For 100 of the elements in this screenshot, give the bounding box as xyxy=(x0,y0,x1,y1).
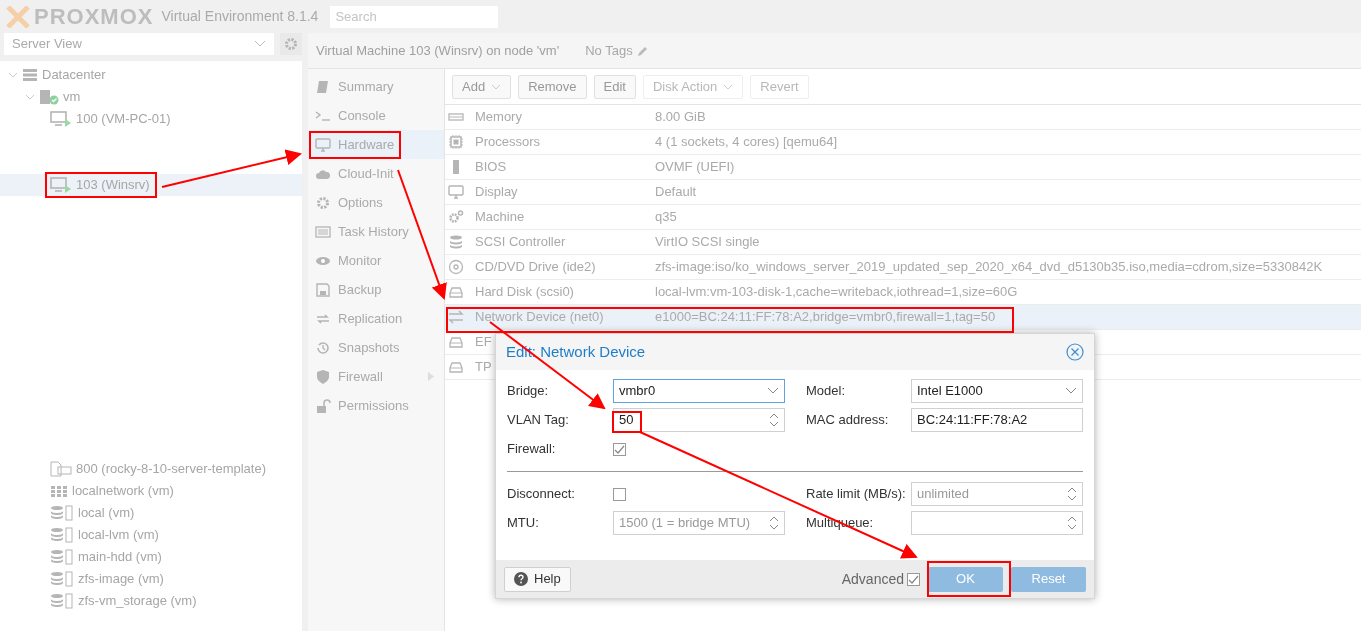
hardware-value: VirtIO SCSI single xyxy=(655,233,760,252)
spinner-icon[interactable] xyxy=(1067,515,1077,531)
nav-item[interactable]: Backup xyxy=(308,275,444,304)
storage-icon xyxy=(50,593,74,609)
hardware-row[interactable]: BIOS OVMF (UEFI) xyxy=(445,155,1361,180)
hardware-row[interactable]: Processors 4 (1 sockets, 4 cores) [qemu64] xyxy=(445,130,1361,155)
input-field[interactable]: unlimited xyxy=(911,482,1083,506)
tree-item[interactable]: local (vm) xyxy=(0,502,302,524)
hardware-row[interactable]: Display Default xyxy=(445,180,1361,205)
network-icon xyxy=(50,483,68,499)
nav-item[interactable]: Monitor xyxy=(308,246,444,275)
view-select[interactable]: Server View xyxy=(4,33,274,55)
field-label: Firewall: xyxy=(507,440,557,459)
toolbar-button[interactable]: Add xyxy=(452,74,512,99)
hdd-icon xyxy=(448,334,464,350)
nav-item[interactable]: Firewall xyxy=(308,362,444,391)
history-icon xyxy=(315,339,331,356)
list-icon xyxy=(315,223,331,240)
storage-icon xyxy=(50,527,74,543)
node-icon xyxy=(39,89,59,105)
help-icon xyxy=(514,572,528,586)
nav-item[interactable]: Snapshots xyxy=(308,333,444,362)
hardware-name: TP xyxy=(475,358,492,377)
storage-icon xyxy=(50,571,74,587)
chevron-icon[interactable] xyxy=(1065,387,1077,395)
nav-item[interactable]: Cloud-Init xyxy=(308,159,444,188)
cpu-icon xyxy=(448,134,464,150)
nav-item[interactable]: Summary xyxy=(308,72,444,101)
checkbox[interactable] xyxy=(613,442,626,456)
tree-item[interactable]: 800 (rocky-8-10-server-template) xyxy=(0,458,302,480)
hardware-name: Network Device (net0) xyxy=(475,308,604,327)
close-icon[interactable] xyxy=(1066,343,1084,361)
field-label: MAC address: xyxy=(806,411,890,430)
hardware-row[interactable]: SCSI Controller VirtIO SCSI single xyxy=(445,230,1361,255)
hardware-name: Machine xyxy=(475,208,525,227)
input-field[interactable] xyxy=(911,511,1083,535)
tree-item[interactable]: localnetwork (vm) xyxy=(0,480,302,502)
hardware-value: zfs-image:iso/ko_windows_server_2019_updated_sep_2020_x64_dvd_d5130b35.iso,media=cdrom,size=5330842K xyxy=(655,258,1323,277)
storage-icon xyxy=(50,549,74,565)
gear-icon xyxy=(283,36,299,52)
tree-item[interactable]: vm xyxy=(0,86,302,108)
tree-item[interactable]: main-hdd (vm) xyxy=(0,546,302,568)
field-label: Model: xyxy=(806,382,847,401)
hdd-icon xyxy=(448,284,464,300)
logo-icon xyxy=(6,5,30,28)
spinner-icon[interactable] xyxy=(1067,486,1077,502)
tree-item[interactable]: local-lvm (vm) xyxy=(0,524,302,546)
help-button[interactable]: Help xyxy=(504,566,571,592)
checkbox[interactable] xyxy=(907,572,920,586)
book-icon xyxy=(315,78,331,95)
tree-item[interactable]: 103 (Winsrv) xyxy=(0,174,302,196)
input-field[interactable]: 1500 (1 = bridge MTU) xyxy=(613,511,785,535)
hardware-row[interactable]: Memory 8.00 GiB xyxy=(445,105,1361,130)
spinner-icon[interactable] xyxy=(769,412,779,428)
vm-icon xyxy=(50,177,72,193)
storage-icon xyxy=(50,505,74,521)
tree-item[interactable]: 100 (VM-PC-01) xyxy=(0,108,302,130)
field-label: VLAN Tag: xyxy=(507,411,570,430)
hardware-row[interactable]: Network Device (net0) e1000=BC:24:11:FF:78:A2,bridge=vmbr0,firewall=1,tag=50 xyxy=(445,305,1361,330)
tree-item[interactable]: zfs-image (vm) xyxy=(0,568,302,590)
chevron-icon[interactable] xyxy=(767,387,779,395)
hardware-name: Processors xyxy=(475,133,541,152)
tree-item[interactable]: Datacenter xyxy=(0,64,302,86)
shield-icon xyxy=(315,368,331,385)
hardware-value: q35 xyxy=(655,208,677,227)
tree-item[interactable]: zfs-vm_storage (vm) xyxy=(0,590,302,612)
hardware-row[interactable]: Machine q35 xyxy=(445,205,1361,230)
field-label: Rate limit (MB/s): xyxy=(806,485,907,504)
disc-icon xyxy=(448,259,464,275)
monitor-icon xyxy=(315,136,331,153)
nav-item[interactable]: Options xyxy=(308,188,444,217)
monitor-icon xyxy=(448,184,464,200)
checkbox[interactable] xyxy=(613,487,626,501)
search-field[interactable]: Search xyxy=(330,5,499,28)
nav-item[interactable]: Task History xyxy=(308,217,444,246)
hardware-name: Display xyxy=(475,183,518,202)
field-label: Disconnect: xyxy=(507,485,576,504)
dialog-button[interactable]: Reset xyxy=(1011,566,1086,592)
select-field[interactable]: Intel E1000 xyxy=(911,379,1083,403)
hardware-row[interactable]: CD/DVD Drive (ide2) zfs-image:iso/ko_windows_server_2019_updated_sep_2020_x64_dvd_d5130b35.iso,media=cdrom,size=5330842K xyxy=(445,255,1361,280)
nav-item[interactable]: Console xyxy=(308,101,444,130)
advanced-label: Advanced xyxy=(841,569,904,589)
database-icon xyxy=(448,234,464,250)
toolbar-button[interactable]: Remove xyxy=(518,74,587,99)
input-field[interactable]: 50 xyxy=(613,408,785,432)
tags-link[interactable]: No Tags xyxy=(585,40,649,61)
chevron-icon[interactable] xyxy=(254,40,266,48)
hardware-name: BIOS xyxy=(475,158,507,177)
hardware-value: 8.00 GiB xyxy=(655,108,706,127)
nav-item[interactable]: Permissions xyxy=(308,391,444,420)
dialog-button[interactable]: OK xyxy=(928,566,1003,592)
hardware-name: SCSI Controller xyxy=(475,233,566,252)
spinner-icon[interactable] xyxy=(769,515,779,531)
input-field[interactable]: BC:24:11:FF:78:A2 xyxy=(911,408,1083,432)
select-field[interactable]: vmbr0 xyxy=(613,379,785,403)
unlock-icon xyxy=(315,397,331,414)
nav-item[interactable]: Replication xyxy=(308,304,444,333)
toolbar-button[interactable]: Edit xyxy=(593,74,636,99)
field-label: Bridge: xyxy=(507,382,550,401)
pencil-icon xyxy=(636,44,649,57)
